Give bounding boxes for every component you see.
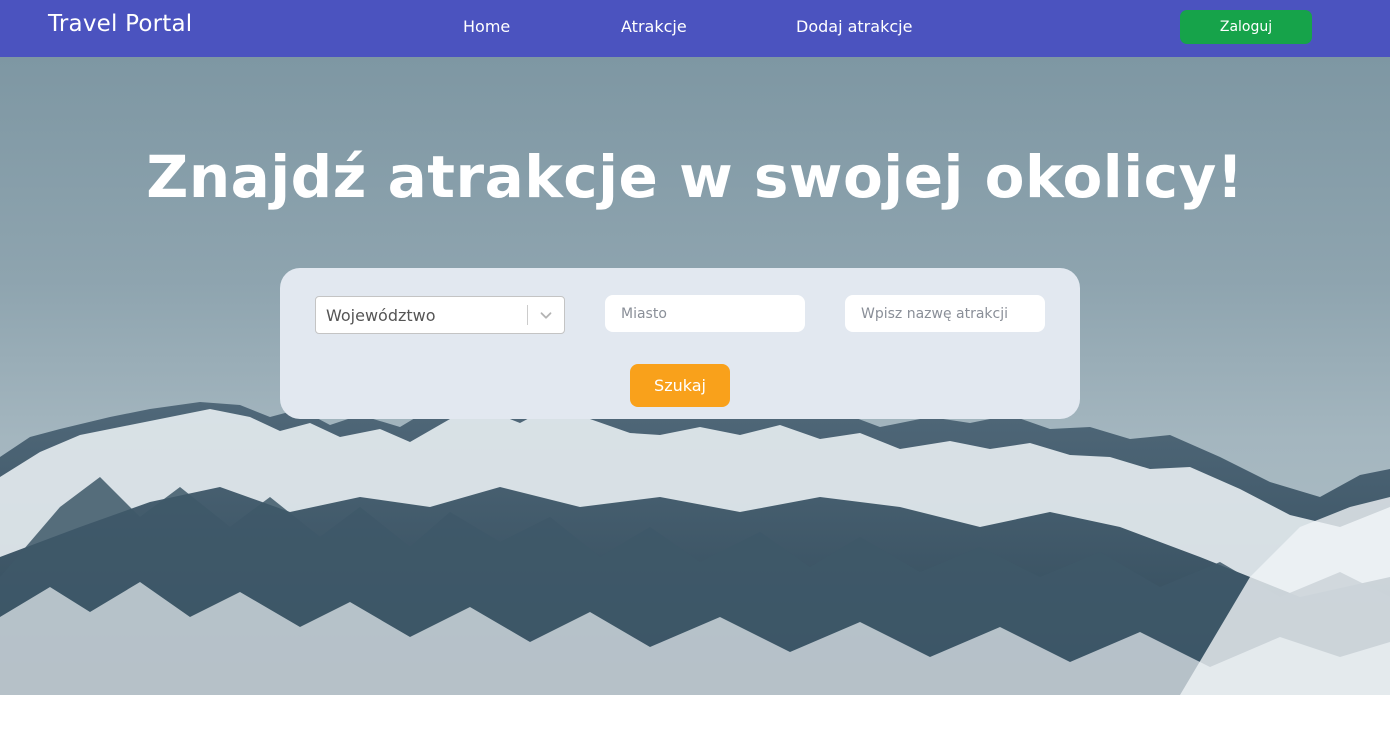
navbar: Travel Portal Home Atrakcje Dodaj atrakc…	[0, 0, 1390, 57]
brand-logo[interactable]: Travel Portal	[48, 11, 192, 37]
nav-link-add-attraction[interactable]: Dodaj atrakcje	[796, 17, 912, 36]
select-separator	[527, 305, 528, 325]
city-input[interactable]	[605, 295, 805, 332]
region-select[interactable]: Województwo	[315, 296, 565, 334]
attraction-name-input[interactable]	[845, 295, 1045, 332]
region-select-value: Województwo	[326, 306, 436, 325]
search-panel: Województwo Szukaj	[280, 268, 1080, 419]
nav-link-attractions[interactable]: Atrakcje	[621, 17, 687, 36]
search-button[interactable]: Szukaj	[630, 364, 730, 407]
nav-link-home[interactable]: Home	[463, 17, 510, 36]
hero-title: Znajdź atrakcje w swojej okolicy!	[146, 143, 1244, 211]
login-button[interactable]: Zaloguj	[1180, 10, 1312, 44]
chevron-down-icon[interactable]	[537, 306, 555, 324]
hero-section: Znajdź atrakcje w swojej okolicy! Wojewó…	[0, 57, 1390, 695]
